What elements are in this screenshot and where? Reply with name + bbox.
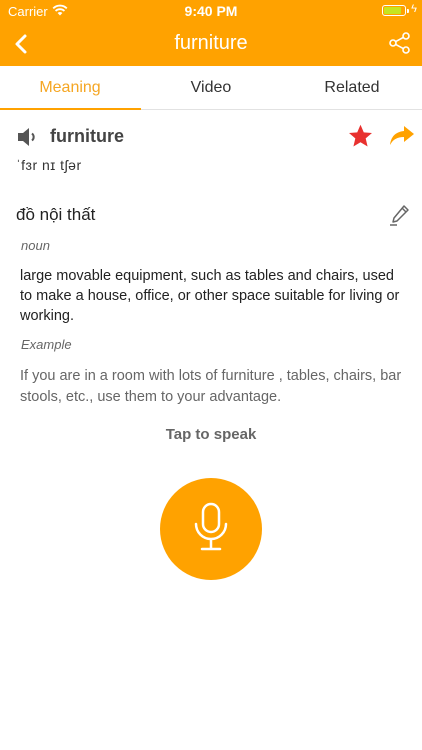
microphone-icon xyxy=(194,502,228,551)
charging-bolt-icon: ϟ xyxy=(411,3,417,15)
translation: đồ nội thất xyxy=(16,205,96,224)
status-bar: Carrier 9:40 PM ϟ xyxy=(0,0,422,22)
example-label: Example xyxy=(21,337,72,352)
header: furniture xyxy=(0,22,422,66)
top-bar: Carrier 9:40 PM ϟ furniture xyxy=(0,0,422,66)
pencil-icon[interactable] xyxy=(388,203,412,227)
page-title: furniture xyxy=(174,32,248,54)
status-time: 9:40 PM xyxy=(184,3,238,19)
headword: furniture xyxy=(50,126,124,146)
tab-related[interactable]: Related xyxy=(282,66,422,110)
tab-bar: Meaning Video Related xyxy=(0,66,422,110)
speaker-icon[interactable] xyxy=(16,125,40,149)
phonetic-transcription: ˈfɜr nɪ tʃər xyxy=(16,157,82,173)
microphone-button[interactable] xyxy=(160,478,262,580)
battery-tip xyxy=(407,9,409,13)
star-icon[interactable] xyxy=(347,123,374,150)
part-of-speech: noun xyxy=(21,238,50,253)
definition-text: large movable equipment, such as tables … xyxy=(20,268,400,324)
active-tab-indicator xyxy=(0,108,141,110)
battery-icon xyxy=(382,5,409,16)
tab-meaning[interactable]: Meaning xyxy=(0,66,140,110)
tab-video[interactable]: Video xyxy=(141,66,281,110)
share-arrow-icon[interactable] xyxy=(388,124,416,148)
example-text: If you are in a room with lots of furnit… xyxy=(20,368,402,405)
battery-fill xyxy=(384,7,401,14)
share-nodes-icon[interactable] xyxy=(388,31,412,55)
tap-to-speak-label: Tap to speak xyxy=(165,426,257,443)
